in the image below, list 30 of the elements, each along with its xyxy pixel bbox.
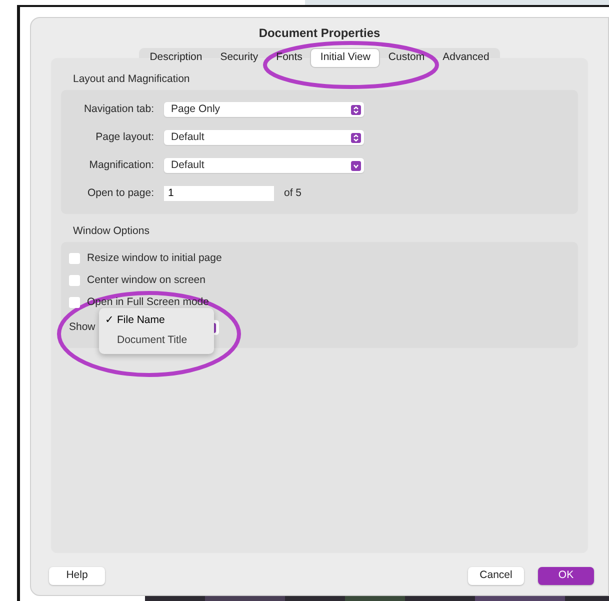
dropdown[interactable]: Default <box>164 130 364 145</box>
tab[interactable]: Description <box>140 49 212 67</box>
cancel-button[interactable]: Cancel <box>468 567 524 585</box>
tab[interactable]: Fonts <box>267 49 312 67</box>
field-label: Open to page: <box>86 186 155 201</box>
field-label: Navigation tab: <box>82 102 155 117</box>
tab[interactable]: Security <box>211 49 268 67</box>
tab[interactable]: Initial View <box>311 49 380 67</box>
tab[interactable]: Custom <box>379 49 434 67</box>
menu-item[interactable]: ✓ File Name <box>99 310 214 331</box>
checkbox-label: Resize window to initial page <box>87 250 222 266</box>
field-label: Magnification: <box>88 158 155 173</box>
checkbox-label: Center window on screen <box>87 272 206 288</box>
checkbox[interactable] <box>69 297 80 308</box>
window-title: Document Properties <box>258 25 382 42</box>
group-title: Layout and Magnification <box>73 72 191 87</box>
menu-item[interactable]: Document Title <box>99 330 214 351</box>
ok-button[interactable]: OK <box>538 567 594 585</box>
dropdown[interactable]: Default <box>164 158 364 173</box>
chevron-down-icon <box>351 160 361 170</box>
tab[interactable]: Advanced <box>434 49 498 67</box>
checkbox[interactable] <box>69 253 80 264</box>
checkbox[interactable] <box>69 275 80 286</box>
dropdown[interactable]: Page Only <box>164 102 364 117</box>
help-button[interactable]: Help <box>49 567 105 585</box>
group-title: Window Options <box>73 224 150 239</box>
field-label: Page layout: <box>94 130 155 145</box>
page-count: of 5 <box>284 186 302 201</box>
input-field[interactable]: 1 <box>164 186 274 201</box>
field-label: Show <box>69 320 96 335</box>
